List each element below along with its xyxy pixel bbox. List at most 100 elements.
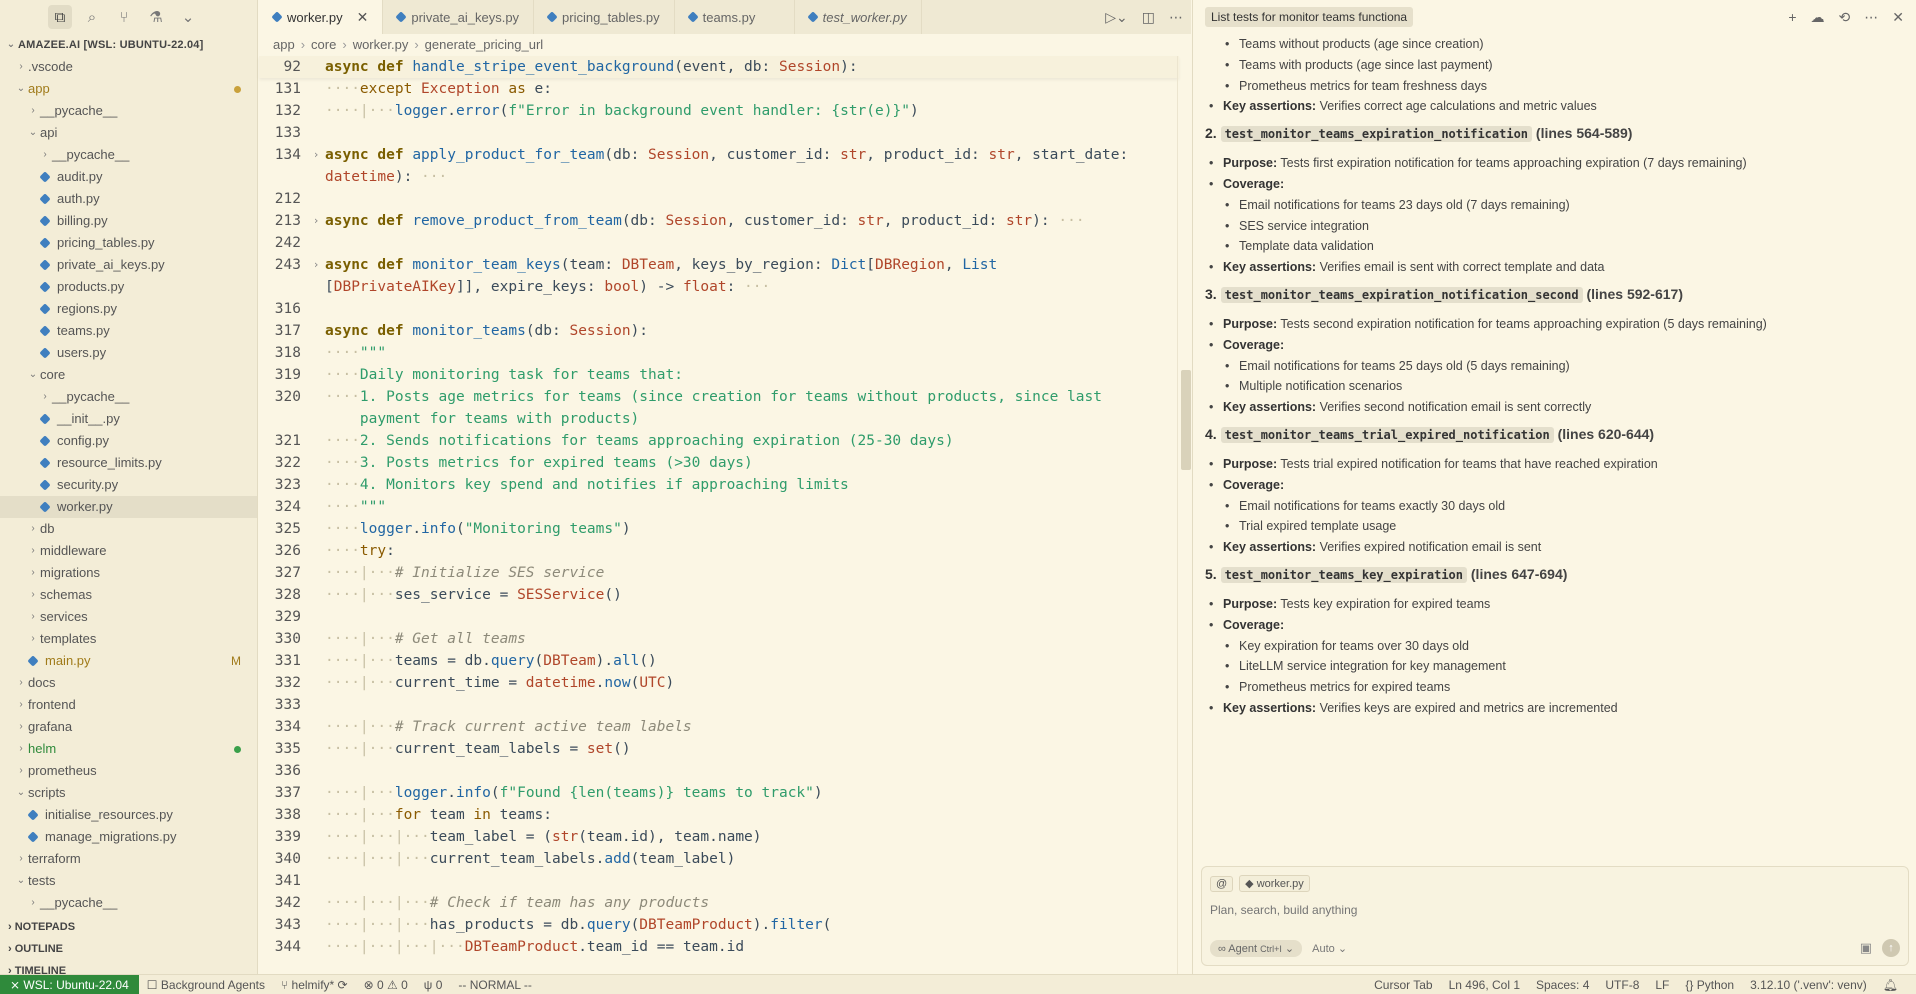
code-line[interactable]: 329	[259, 606, 1179, 628]
more-icon[interactable]: ⋯	[1864, 9, 1878, 26]
tree-folder[interactable]: ⌄ scripts	[0, 782, 257, 804]
code-line[interactable]: 131 ····except Exception as e:	[259, 78, 1179, 100]
chat-input[interactable]	[1210, 903, 1890, 917]
code-line[interactable]: 133	[259, 122, 1179, 144]
code-line[interactable]: 341	[259, 870, 1179, 892]
code-line[interactable]: 322 ····3. Posts metrics for expired team…	[259, 452, 1179, 474]
tree-folder[interactable]: › __pycache__	[0, 386, 257, 408]
tree-folder[interactable]: ⌄ app	[0, 78, 257, 100]
explorer-icon[interactable]: ⧉	[48, 5, 72, 29]
context-file-pill[interactable]: ◆ worker.py	[1239, 875, 1310, 892]
indentation[interactable]: Spaces: 4	[1528, 978, 1597, 992]
code-line[interactable]: 330 ····|···# Get all teams	[259, 628, 1179, 650]
code-line[interactable]: 337 ····|···logger.info(f"Found {len(team…	[259, 782, 1179, 804]
tree-file[interactable]: auth.py	[0, 188, 257, 210]
problems[interactable]: ⊗ 0 ⚠ 0	[356, 978, 416, 992]
remote-indicator[interactable]: ⨯ WSL: Ubuntu-22.04	[0, 974, 139, 994]
breadcrumb-item[interactable]: core	[311, 37, 336, 52]
code-line[interactable]: 213 › async def remove_product_from_team(d…	[259, 210, 1179, 232]
tree-folder[interactable]: ⌄ tests	[0, 870, 257, 892]
code-line[interactable]: 332 ····|···current_time = datetime.now(U…	[259, 672, 1179, 694]
git-branch[interactable]: ⑂ helmify* ⟳	[273, 978, 356, 992]
agent-mode-button[interactable]: ∞ Agent Ctrl+I ⌄	[1210, 940, 1303, 957]
tree-file[interactable]: private_ai_keys.py	[0, 254, 257, 276]
new-chat-icon[interactable]: +	[1788, 9, 1796, 25]
close-icon[interactable]: ✕	[1892, 9, 1904, 26]
code-line[interactable]: 335 ····|···current_team_labels = set()	[259, 738, 1179, 760]
code-line[interactable]: 134 › async def apply_product_for_team(db:…	[259, 144, 1179, 166]
code-line[interactable]: 324 ····"""	[259, 496, 1179, 518]
code-line[interactable]: 316	[259, 298, 1179, 320]
code-line[interactable]: 325 ····logger.info("Monitoring teams")	[259, 518, 1179, 540]
fold-chevron-icon[interactable]: ›	[307, 144, 325, 166]
breadcrumb-item[interactable]: generate_pricing_url	[425, 37, 544, 52]
encoding[interactable]: UTF-8	[1597, 978, 1647, 992]
bell-icon[interactable]: 🔔︎	[1875, 978, 1906, 992]
run-icon[interactable]: ▷⌄	[1105, 9, 1128, 26]
tree-file[interactable]: main.py M	[0, 650, 257, 672]
code-line[interactable]: 318 ····"""	[259, 342, 1179, 364]
image-icon[interactable]: ▣	[1860, 940, 1872, 956]
tree-folder[interactable]: › templates	[0, 628, 257, 650]
source-control-icon[interactable]: ⑂	[112, 5, 136, 29]
search-icon[interactable]: ⌕	[80, 5, 104, 29]
tree-file[interactable]: products.py	[0, 276, 257, 298]
ports[interactable]: ψ 0	[416, 978, 451, 992]
code-line[interactable]: 92 async def handle_stripe_event_backgrou…	[259, 56, 1179, 78]
model-selector[interactable]: Auto ⌄	[1312, 942, 1347, 955]
code-line[interactable]: 340 ····|···|···current_team_labels.add(t…	[259, 848, 1179, 870]
code-line[interactable]: 343 ····|···|···has_products = db.query(D…	[259, 914, 1179, 936]
tree-file[interactable]: pricing_tables.py	[0, 232, 257, 254]
code-view[interactable]: 92 async def handle_stripe_event_backgrou…	[259, 56, 1179, 974]
tree-file[interactable]: teams.py	[0, 320, 257, 342]
language-mode[interactable]: {} Python	[1677, 978, 1742, 992]
tree-folder[interactable]: ⌄ api	[0, 122, 257, 144]
code-line[interactable]: 323 ····4. Monitors key spend and notifie…	[259, 474, 1179, 496]
tree-folder[interactable]: › frontend	[0, 694, 257, 716]
tree-file[interactable]: security.py	[0, 474, 257, 496]
chat-title[interactable]: List tests for monitor teams functiona	[1205, 7, 1414, 27]
close-icon[interactable]: ✕	[357, 9, 369, 26]
editor-tab[interactable]: pricing_tables.py	[534, 0, 675, 34]
testing-icon[interactable]: ⚗	[144, 5, 168, 29]
editor-tab[interactable]: test_worker.py	[795, 0, 922, 34]
eol[interactable]: LF	[1647, 978, 1677, 992]
explorer-root[interactable]: ⌄ AMAZEE.AI [WSL: UBUNTU-22.04]	[0, 34, 257, 56]
chevron-down-icon[interactable]: ⌄	[176, 5, 200, 29]
code-line[interactable]: 333	[259, 694, 1179, 716]
tree-folder[interactable]: › migrations	[0, 562, 257, 584]
editor-scrollbar[interactable]	[1177, 56, 1191, 974]
tree-folder[interactable]: › .vscode	[0, 56, 257, 78]
breadcrumb-item[interactable]: worker.py	[353, 37, 409, 52]
code-line[interactable]: 328 ····|···ses_service = SESService()	[259, 584, 1179, 606]
tree-folder[interactable]: › terraform	[0, 848, 257, 870]
split-editor-icon[interactable]: ◫	[1142, 9, 1155, 26]
tree-file[interactable]: regions.py	[0, 298, 257, 320]
code-line[interactable]: 336	[259, 760, 1179, 782]
send-button[interactable]: ↑	[1882, 939, 1900, 957]
tree-folder[interactable]: › services	[0, 606, 257, 628]
tree-folder[interactable]: › prometheus	[0, 760, 257, 782]
tree-file[interactable]: worker.py	[0, 496, 257, 518]
code-line[interactable]: payment for teams with products)	[259, 408, 1179, 430]
code-line[interactable]: 342 ····|···|···# Check if team has any p…	[259, 892, 1179, 914]
tree-file[interactable]: billing.py	[0, 210, 257, 232]
tree-folder[interactable]: › __pycache__	[0, 892, 257, 914]
tree-file[interactable]: manage_migrations.py	[0, 826, 257, 848]
section-outline[interactable]: › OUTLINE	[0, 938, 257, 960]
tree-folder[interactable]: ⌄ core	[0, 364, 257, 386]
fold-chevron-icon[interactable]: ›	[307, 210, 325, 232]
code-line[interactable]: 320 ····1. Posts age metrics for teams (s…	[259, 386, 1179, 408]
code-line[interactable]: 317 async def monitor_teams(db: Session):	[259, 320, 1179, 342]
history-icon[interactable]: ⟲	[1839, 9, 1851, 26]
code-line[interactable]: 242	[259, 232, 1179, 254]
breadcrumb-item[interactable]: app	[273, 37, 295, 52]
tree-folder[interactable]: › helm	[0, 738, 257, 760]
cursor-tab[interactable]: Cursor Tab	[1366, 978, 1440, 992]
section-timeline[interactable]: › TIMELINE	[0, 960, 257, 974]
tree-file[interactable]: __init__.py	[0, 408, 257, 430]
code-line[interactable]: 344 ····|···|···|···DBTeamProduct.team_id…	[259, 936, 1179, 958]
tree-folder[interactable]: › middleware	[0, 540, 257, 562]
code-line[interactable]: 331 ····|···teams = db.query(DBTeam).all(…	[259, 650, 1179, 672]
tree-folder[interactable]: › schemas	[0, 584, 257, 606]
